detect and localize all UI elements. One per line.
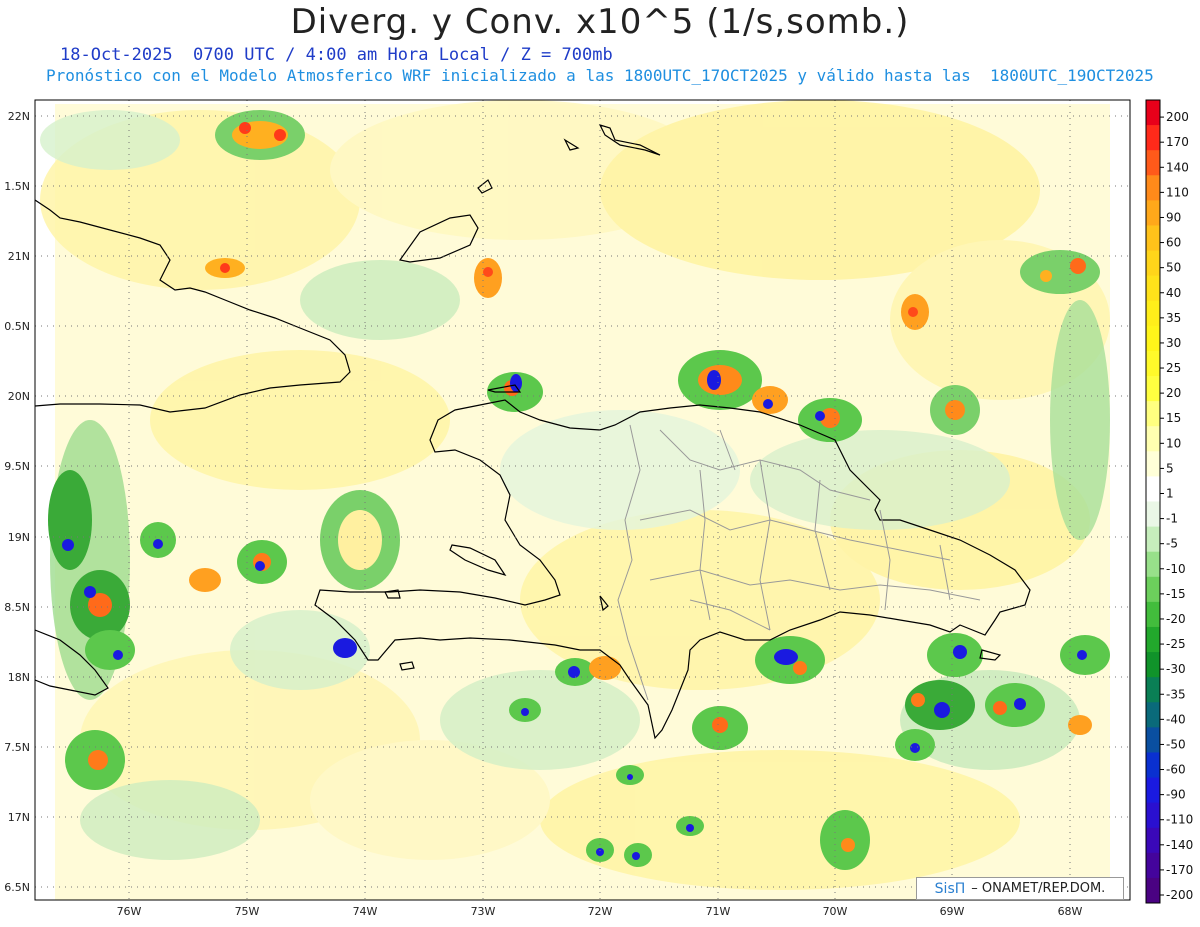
colorbar-label: -25 bbox=[1166, 637, 1186, 651]
lon-label: 69W bbox=[940, 905, 965, 918]
colorbar-swatch bbox=[1146, 451, 1160, 477]
colorbar-label: -5 bbox=[1166, 537, 1178, 551]
colorbar-label: -170 bbox=[1166, 863, 1193, 877]
colorbar: 200 170 140 110 90 60 50 40 35 30 25 20 15 10 5 1 -1 -5 -1… bbox=[1145, 99, 1193, 904]
colorbar-swatch bbox=[1146, 576, 1160, 603]
lat-label: 9.5N bbox=[4, 460, 30, 473]
lon-label: 76W bbox=[117, 905, 142, 918]
colorbar-swatch bbox=[1146, 100, 1160, 126]
colorbar-swatch bbox=[1146, 601, 1160, 628]
colorbar-swatch bbox=[1146, 526, 1160, 553]
map-figure: 22N 1.5N 21N 0.5N 20N 9.5N 19N 8.5N 18N … bbox=[4, 99, 1193, 918]
colorbar-label: 110 bbox=[1166, 185, 1189, 199]
colorbar-label: -1 bbox=[1166, 512, 1178, 526]
lat-label: 7.5N bbox=[4, 741, 30, 754]
lat-label: 8.5N bbox=[4, 601, 30, 614]
lon-label: 75W bbox=[235, 905, 260, 918]
colorbar-swatch bbox=[1146, 200, 1160, 226]
colorbar-swatch bbox=[1146, 551, 1160, 578]
lat-label: 17N bbox=[8, 811, 30, 824]
colorbar-swatch bbox=[1146, 325, 1160, 352]
colorbar-swatch bbox=[1146, 827, 1160, 854]
colorbar-label: 90 bbox=[1166, 210, 1181, 224]
colorbar-label: 50 bbox=[1166, 261, 1181, 275]
colorbar-label: 10 bbox=[1166, 436, 1181, 450]
colorbar-label: 170 bbox=[1166, 135, 1189, 149]
colorbar-label: 60 bbox=[1166, 236, 1181, 250]
colorbar-swatch bbox=[1146, 350, 1160, 377]
colorbar-swatch bbox=[1146, 752, 1160, 779]
colorbar-swatch bbox=[1146, 401, 1160, 427]
credit-box: SisΠ – ONAMET/REP.DOM. bbox=[916, 877, 1124, 900]
colorbar-label: -20 bbox=[1166, 612, 1186, 626]
colorbar-swatch bbox=[1146, 125, 1160, 151]
colorbar-swatch bbox=[1146, 250, 1160, 277]
colorbar-label: -15 bbox=[1166, 587, 1186, 601]
lon-label: 71W bbox=[706, 905, 731, 918]
colorbar-swatch bbox=[1146, 727, 1160, 753]
colorbar-swatch bbox=[1146, 426, 1160, 452]
colorbar-label: -40 bbox=[1166, 712, 1186, 726]
colorbar-label: 35 bbox=[1166, 311, 1181, 325]
colorbar-swatch bbox=[1146, 777, 1160, 804]
colorbar-label: -35 bbox=[1166, 687, 1186, 701]
lat-label: 6.5N bbox=[4, 881, 30, 894]
colorbar-label: -50 bbox=[1166, 737, 1186, 751]
sispi-logo: SisΠ bbox=[934, 880, 966, 897]
colorbar-label: 1 bbox=[1166, 487, 1174, 501]
colorbar-label: -10 bbox=[1166, 562, 1186, 576]
lat-axis: 22N 1.5N 21N 0.5N 20N 9.5N 19N 8.5N 18N … bbox=[4, 110, 30, 894]
colorbar-swatch bbox=[1146, 877, 1160, 904]
lon-axis: 76W 75W 74W 73W 72W 71W 70W 69W 68W bbox=[117, 905, 1083, 918]
colorbar-swatch bbox=[1146, 852, 1160, 879]
lon-label: 73W bbox=[471, 905, 496, 918]
divergence-field bbox=[35, 100, 1110, 900]
lat-label: 18N bbox=[8, 671, 30, 684]
colorbar-swatch bbox=[1146, 275, 1160, 302]
colorbar-label: 140 bbox=[1166, 160, 1189, 174]
lon-label: 70W bbox=[823, 905, 848, 918]
colorbar-swatch bbox=[1146, 225, 1160, 252]
lon-label: 68W bbox=[1058, 905, 1083, 918]
colorbar-label: -30 bbox=[1166, 662, 1186, 676]
lat-label: 1.5N bbox=[4, 180, 30, 193]
colorbar-swatch bbox=[1146, 376, 1160, 402]
colorbar-swatch bbox=[1146, 652, 1160, 678]
colorbar-label: -140 bbox=[1166, 838, 1193, 852]
colorbar-swatch bbox=[1146, 501, 1160, 528]
colorbar-swatch bbox=[1146, 677, 1160, 703]
colorbar-label: 30 bbox=[1166, 336, 1181, 350]
credit-text: – ONAMET/REP.DOM. bbox=[971, 881, 1106, 896]
lat-label: 20N bbox=[8, 390, 30, 403]
lat-label: 22N bbox=[8, 110, 30, 123]
colorbar-swatch bbox=[1146, 300, 1160, 327]
colorbar-label: 25 bbox=[1166, 361, 1181, 375]
lat-label: 19N bbox=[8, 531, 30, 544]
colorbar-label: -60 bbox=[1166, 763, 1186, 777]
lat-label: 21N bbox=[8, 250, 30, 263]
colorbar-swatch bbox=[1146, 702, 1160, 728]
colorbar-swatch bbox=[1146, 802, 1160, 829]
colorbar-swatch bbox=[1146, 476, 1160, 502]
colorbar-label: -90 bbox=[1166, 788, 1186, 802]
colorbar-label: 5 bbox=[1166, 461, 1174, 475]
colorbar-swatch bbox=[1146, 150, 1160, 176]
colorbar-label: -110 bbox=[1166, 813, 1193, 827]
lon-label: 74W bbox=[353, 905, 378, 918]
lon-label: 72W bbox=[588, 905, 613, 918]
colorbar-label: 40 bbox=[1166, 286, 1181, 300]
colorbar-label: 15 bbox=[1166, 411, 1181, 425]
colorbar-label: -200 bbox=[1166, 888, 1193, 902]
colorbar-label: 200 bbox=[1166, 110, 1189, 124]
colorbar-swatch bbox=[1146, 175, 1160, 201]
lat-label: 0.5N bbox=[4, 320, 30, 333]
colorbar-label: 20 bbox=[1166, 386, 1181, 400]
colorbar-swatch bbox=[1146, 626, 1160, 653]
